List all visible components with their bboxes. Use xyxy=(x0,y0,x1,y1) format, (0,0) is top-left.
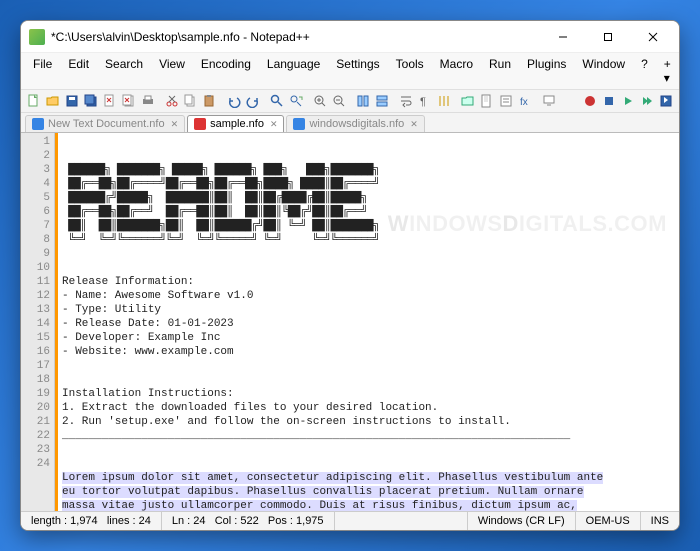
menu-window[interactable]: Window xyxy=(574,55,633,87)
wordwrap-icon[interactable] xyxy=(397,92,415,110)
save-macro-icon[interactable] xyxy=(657,92,675,110)
file-dirty-icon xyxy=(194,118,206,130)
editor-area[interactable]: 1 2 3 4 5 6 7 8 9 10 11 12 13 14 15 16 1… xyxy=(21,133,679,511)
record-macro-icon[interactable] xyxy=(581,92,599,110)
close-all-icon[interactable] xyxy=(120,92,138,110)
tab-label: New Text Document.nfo xyxy=(48,118,165,130)
menu-x[interactable]: ✕ xyxy=(679,55,680,87)
sync-h-icon[interactable] xyxy=(373,92,391,110)
maximize-button[interactable] xyxy=(585,22,630,52)
new-file-icon[interactable] xyxy=(25,92,43,110)
sync-v-icon[interactable] xyxy=(354,92,372,110)
find-icon[interactable] xyxy=(268,92,286,110)
app-icon xyxy=(29,29,45,45)
menu-tools[interactable]: Tools xyxy=(388,55,432,87)
cut-icon[interactable] xyxy=(163,92,181,110)
menu-plus[interactable]: + ▾ xyxy=(656,55,679,87)
menu-file[interactable]: File xyxy=(25,55,60,87)
code-content[interactable]: WWindowsDigitals.comINDOWSDIGITALS.COM █… xyxy=(58,133,679,511)
menu-language[interactable]: Language xyxy=(259,55,328,87)
status-length: length : 1,974 lines : 24 xyxy=(21,512,162,530)
open-file-icon[interactable] xyxy=(44,92,62,110)
menu-encoding[interactable]: Encoding xyxy=(193,55,259,87)
indent-guide-icon[interactable] xyxy=(435,92,453,110)
folder-as-workspace-icon[interactable] xyxy=(459,92,477,110)
tab-close-icon[interactable]: ✕ xyxy=(270,119,278,130)
monitor-icon[interactable] xyxy=(540,92,558,110)
menubar: File Edit Search View Encoding Language … xyxy=(21,53,679,90)
paste-icon[interactable] xyxy=(201,92,219,110)
notepadpp-window: *C:\Users\alvin\Desktop\sample.nfo - Not… xyxy=(20,20,680,531)
file-icon xyxy=(293,118,305,130)
tab-close-icon[interactable]: ✕ xyxy=(171,119,179,130)
copy-icon[interactable] xyxy=(182,92,200,110)
tab-sample[interactable]: sample.nfo ✕ xyxy=(187,115,284,132)
replace-icon[interactable] xyxy=(287,92,305,110)
menu-edit[interactable]: Edit xyxy=(60,55,97,87)
menu-help[interactable]: ? xyxy=(633,55,656,87)
menu-view[interactable]: View xyxy=(151,55,193,87)
file-icon xyxy=(32,118,44,130)
print-icon[interactable] xyxy=(139,92,157,110)
status-mode[interactable]: INS xyxy=(641,512,679,530)
rule-line: ________________________________________… xyxy=(62,430,570,442)
tabbar: New Text Document.nfo ✕ sample.nfo ✕ win… xyxy=(21,113,679,133)
playback-multi-icon[interactable] xyxy=(638,92,656,110)
save-icon[interactable] xyxy=(63,92,81,110)
tab-close-icon[interactable]: ✕ xyxy=(410,119,418,130)
status-encoding[interactable]: OEM-US xyxy=(576,512,641,530)
statusbar: length : 1,974 lines : 24 Ln : 24 Col : … xyxy=(21,511,679,530)
svg-text:¶: ¶ xyxy=(420,96,426,108)
play-macro-icon[interactable] xyxy=(619,92,637,110)
selected-lorem-block: Lorem ipsum dolor sit amet, consectetur … xyxy=(62,472,610,511)
stop-macro-icon[interactable] xyxy=(600,92,618,110)
doc-list-icon[interactable] xyxy=(497,92,515,110)
menu-plugins[interactable]: Plugins xyxy=(519,55,574,87)
window-title: *C:\Users\alvin\Desktop\sample.nfo - Not… xyxy=(51,30,540,44)
show-all-chars-icon[interactable]: ¶ xyxy=(416,92,434,110)
titlebar: *C:\Users\alvin\Desktop\sample.nfo - Not… xyxy=(21,21,679,53)
release-info-block: Release Information: - Name: Awesome Sof… xyxy=(62,276,253,358)
zoom-in-icon[interactable] xyxy=(311,92,329,110)
window-controls xyxy=(540,22,675,52)
close-button[interactable] xyxy=(630,22,675,52)
save-all-icon[interactable] xyxy=(82,92,100,110)
watermark: WWindowsDigitals.comINDOWSDIGITALS.COM xyxy=(388,217,667,231)
doc-map-icon[interactable] xyxy=(478,92,496,110)
minimize-button[interactable] xyxy=(540,22,585,52)
status-eol[interactable]: Windows (CR LF) xyxy=(468,512,576,530)
svg-text:fx: fx xyxy=(520,97,528,108)
ascii-art: ██████╗ ███████╗ █████╗ ██████╗ ███╗ ███… xyxy=(62,164,379,246)
tab-label: windowsdigitals.nfo xyxy=(309,118,404,130)
zoom-out-icon[interactable] xyxy=(330,92,348,110)
redo-icon[interactable] xyxy=(244,92,262,110)
function-list-icon[interactable]: fx xyxy=(516,92,534,110)
menu-search[interactable]: Search xyxy=(97,55,151,87)
install-instructions-block: Installation Instructions: 1. Extract th… xyxy=(62,388,511,428)
tab-windowsdigitals[interactable]: windowsdigitals.nfo ✕ xyxy=(286,115,424,132)
line-number-gutter: 1 2 3 4 5 6 7 8 9 10 11 12 13 14 15 16 1… xyxy=(21,133,55,511)
undo-icon[interactable] xyxy=(225,92,243,110)
close-file-icon[interactable] xyxy=(101,92,119,110)
menu-settings[interactable]: Settings xyxy=(328,55,387,87)
menu-macro[interactable]: Macro xyxy=(432,55,481,87)
toolbar: ¶ fx xyxy=(21,90,679,113)
status-position: Ln : 24 Col : 522 Pos : 1,975 xyxy=(162,512,335,530)
tab-new-text-document[interactable]: New Text Document.nfo ✕ xyxy=(25,115,185,132)
tab-label: sample.nfo xyxy=(210,118,264,130)
menu-run[interactable]: Run xyxy=(481,55,519,87)
